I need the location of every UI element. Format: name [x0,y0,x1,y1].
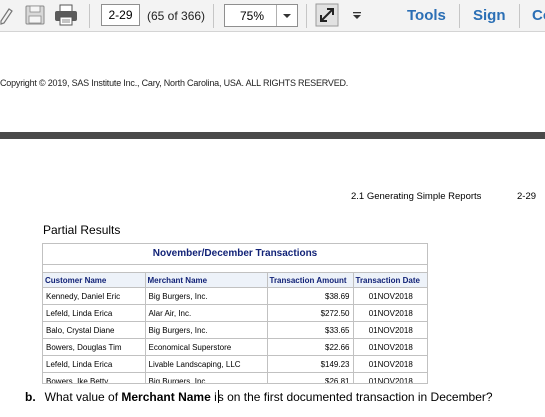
toolbar-divider [519,4,520,28]
toolbar-divider [213,4,214,28]
toolbar-divider [306,4,307,28]
customer-cell: Lefeld, Linda Erica [43,355,146,373]
results-table-container: November/December Transactions Customer … [42,243,428,384]
question-text: s on the first documented transaction in… [217,390,493,404]
customer-cell: Kennedy, Daniel Eric [43,287,146,305]
question-bold-term: Merchant Name [121,390,211,404]
table-row: Balo, Crystal Diane Big Burgers, Inc. $3… [43,321,427,339]
merchant-cell: Alar Air, Inc. [145,304,268,322]
date-cell: 01NOV2018 [353,304,427,322]
amount-cell: $26.81 [267,372,354,383]
comment-button[interactable]: Co [532,7,545,24]
date-cell: 01NOV2018 [353,287,427,305]
column-header: Transaction Amount [267,273,354,288]
copyright-footer: Copyright © 2019, SAS Institute Inc., Ca… [0,78,349,88]
table-row: Kennedy, Daniel Eric Big Burgers, Inc. $… [43,287,427,305]
pdf-toolbar: 2-29 (65 of 366) 75% Tools Sign Co [0,0,545,32]
section-title: Partial Results [43,223,121,237]
page-number-label: 2-29 [517,191,537,202]
dropdown-arrow-icon[interactable] [276,5,297,26]
table-row: Lefeld, Linda Erica Alar Air, Inc. $272.… [43,304,427,322]
question-label: b. [25,390,36,404]
save-icon[interactable] [24,3,46,27]
running-head-title: 2.1 Generating Simple Reports [351,191,482,202]
date-cell: 01NOV2018 [353,355,427,373]
toolbar-divider [459,4,460,28]
column-header: Customer Name [43,273,146,288]
page-number-input[interactable]: 2-29 [101,4,140,26]
running-header: 2.1 Generating Simple Reports 2-29 [351,191,536,202]
table-title: November/December Transactions [43,244,427,265]
question-text: i [210,390,217,404]
table-row: Bowers, Ike Betty Big Burgers, Inc. $26.… [43,372,427,383]
zoom-value: 75% [240,9,265,23]
customer-cell: Bowers, Ike Betty [43,372,146,383]
merchant-cell: Big Burgers, Inc. [145,321,268,339]
exercise-question: b. What value of Merchant Name is on the … [25,390,493,404]
amount-cell: $22.66 [267,338,354,356]
page-separator [0,132,545,139]
date-cell: 01NOV2018 [353,338,427,356]
sign-button[interactable]: Sign [473,7,506,24]
amount-cell: $38.69 [267,287,354,305]
date-cell: 01NOV2018 [353,372,427,383]
merchant-cell: Economical Superstore [145,338,268,356]
amount-cell: $33.65 [267,321,354,339]
table-row: Bowers, Douglas Tim Economical Superstor… [43,338,427,356]
merchant-cell: Livable Landscaping, LLC [145,355,268,373]
tools-button[interactable]: Tools [407,7,446,24]
question-text: What value of [44,390,122,404]
customer-cell: Lefeld, Linda Erica [43,304,146,322]
fullscreen-icon[interactable] [315,3,339,27]
results-table: Customer Name Merchant Name Transaction … [43,273,427,383]
merchant-cell: Big Burgers, Inc. [145,372,268,383]
merchant-cell: Big Burgers, Inc. [145,287,268,305]
column-header: Transaction Date [353,273,427,288]
table-row: Lefeld, Linda Erica Livable Landscaping,… [43,355,427,373]
toolbar-divider [89,4,90,28]
table-header-row: Customer Name Merchant Name Transaction … [43,273,427,288]
more-menu-icon[interactable] [350,3,364,27]
table-spacer [43,265,427,273]
column-header: Merchant Name [145,273,268,288]
edit-icon[interactable] [0,3,14,27]
amount-cell: $149.23 [267,355,354,373]
print-icon[interactable] [53,3,79,27]
date-cell: 01NOV2018 [353,321,427,339]
customer-cell: Balo, Crystal Diane [43,321,146,339]
zoom-select[interactable]: 75% [224,4,298,27]
amount-cell: $272.50 [267,304,354,322]
page-count-label: (65 of 366) [147,9,206,23]
customer-cell: Bowers, Douglas Tim [43,338,146,356]
